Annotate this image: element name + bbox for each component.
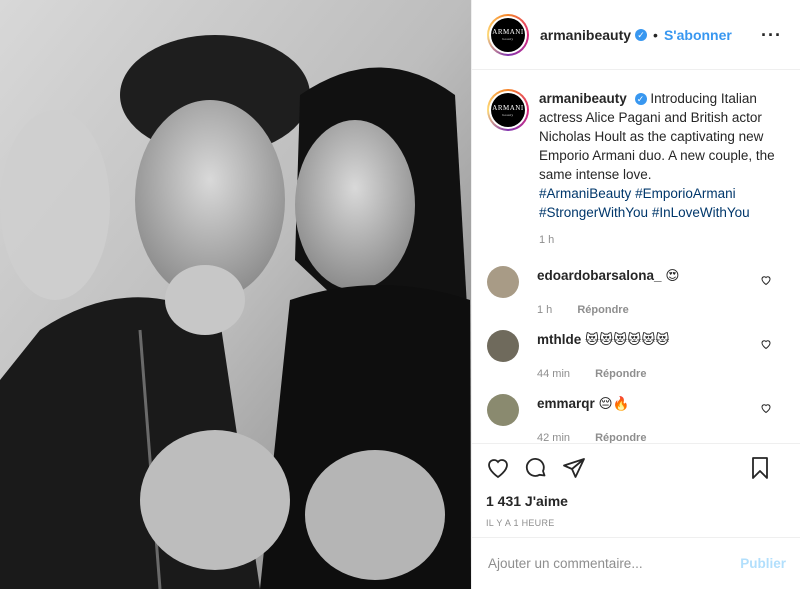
add-comment-bar: Publier xyxy=(472,537,800,589)
comments-section: ARMANI beauty armanibeauty ✓ Introducing… xyxy=(472,71,800,444)
like-comment-heart-icon[interactable] xyxy=(760,402,772,414)
commenter-username[interactable]: mthlde xyxy=(537,332,581,347)
hashtag[interactable]: #InLoveWithYou xyxy=(652,205,750,220)
comment-text: 😍 xyxy=(665,268,680,283)
separator-dot: • xyxy=(653,26,658,43)
caption-username[interactable]: armanibeauty xyxy=(539,91,627,106)
caption-text-block: armanibeauty ✓ Introducing Italian actre… xyxy=(539,89,779,250)
commenter-avatar[interactable] xyxy=(487,394,519,426)
hashtag[interactable]: #StrongerWithYou xyxy=(539,205,648,220)
post-caption: ARMANI beauty armanibeauty ✓ Introducing… xyxy=(487,89,784,250)
logo-line1: ARMANI xyxy=(492,103,524,112)
likes-count[interactable]: 1 431 J'aime xyxy=(486,493,786,509)
more-options-icon[interactable]: ··· xyxy=(761,25,782,46)
comment-item: emmarqr 😔🔥 42 min Répondre xyxy=(487,394,784,444)
hashtag[interactable]: #ArmaniBeauty xyxy=(539,186,631,201)
commenter-username[interactable]: emmarqr xyxy=(537,396,595,411)
commenter-avatar[interactable] xyxy=(487,330,519,362)
logo-line2: beauty xyxy=(502,112,514,117)
verified-badge-icon: ✓ xyxy=(635,28,648,41)
photo-illustration xyxy=(0,0,471,589)
account-username[interactable]: armanibeauty xyxy=(540,27,631,43)
reply-button[interactable]: Répondre xyxy=(595,368,646,380)
armani-logo: ARMANI beauty xyxy=(491,93,525,127)
hashtag[interactable]: #EmporioArmani xyxy=(635,186,736,201)
posted-time[interactable]: IL Y A 1 HEURE xyxy=(486,518,786,528)
like-heart-icon[interactable] xyxy=(486,456,510,480)
comment-text: 😔🔥 xyxy=(598,396,630,411)
post-panel: ARMANI beauty armanibeauty ✓ • S'abonner… xyxy=(471,0,800,589)
reply-button[interactable]: Répondre xyxy=(577,304,628,316)
comment-item: mthlde 😻😻😻😻😻😻 44 min Répondre xyxy=(487,330,784,380)
caption-time[interactable]: 1 h xyxy=(539,231,779,250)
commenter-avatar[interactable] xyxy=(487,266,519,298)
post-actions: 1 431 J'aime IL Y A 1 HEURE xyxy=(472,443,800,528)
comment-time[interactable]: 1 h xyxy=(537,304,552,316)
comment-bubble-icon[interactable] xyxy=(524,456,548,480)
commenter-username[interactable]: edoardobarsalona_ xyxy=(537,268,662,283)
post-header: ARMANI beauty armanibeauty ✓ • S'abonner… xyxy=(472,0,800,70)
account-avatar[interactable]: ARMANI beauty xyxy=(487,13,529,56)
verified-badge-icon: ✓ xyxy=(634,93,647,106)
comment-text: 😻😻😻😻😻😻 xyxy=(585,332,670,347)
like-comment-heart-icon[interactable] xyxy=(760,274,772,286)
publish-button[interactable]: Publier xyxy=(740,556,786,571)
post-photo[interactable] xyxy=(0,0,471,589)
like-comment-heart-icon[interactable] xyxy=(760,338,772,350)
add-comment-input[interactable] xyxy=(488,556,741,571)
comment-item: edoardobarsalona_ 😍 1 h Répondre xyxy=(487,266,784,316)
follow-button[interactable]: S'abonner xyxy=(664,27,732,43)
caption-avatar[interactable]: ARMANI beauty xyxy=(487,89,529,131)
armani-logo: ARMANI beauty xyxy=(491,17,525,52)
save-bookmark-icon[interactable] xyxy=(748,456,772,480)
share-send-icon[interactable] xyxy=(562,456,586,480)
logo-line2: beauty xyxy=(502,37,514,41)
logo-line1: ARMANI xyxy=(492,28,524,36)
comment-time[interactable]: 44 min xyxy=(537,368,570,380)
